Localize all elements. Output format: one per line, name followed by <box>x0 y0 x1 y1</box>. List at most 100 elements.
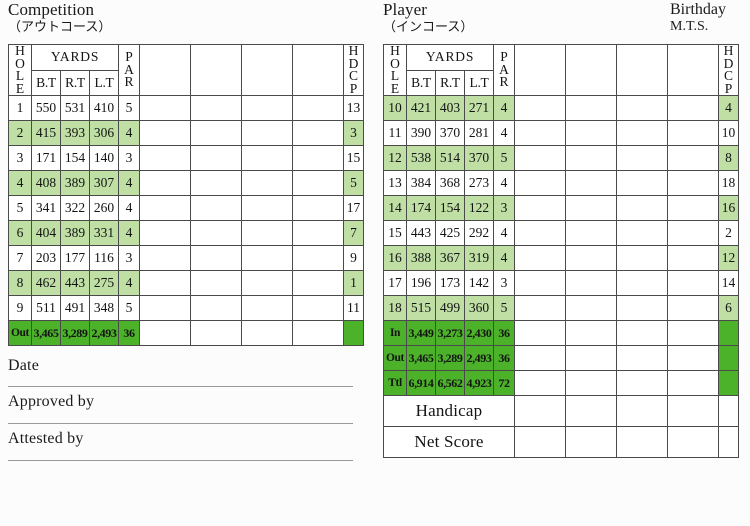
score-cell[interactable] <box>139 245 191 271</box>
score-cell[interactable] <box>565 120 617 146</box>
score-cell[interactable] <box>616 120 668 146</box>
score-column-header-2[interactable] <box>565 44 617 96</box>
net-score-cell[interactable] <box>667 426 719 458</box>
score-cell[interactable] <box>616 295 668 321</box>
score-total-cell[interactable] <box>667 370 719 396</box>
score-cell[interactable] <box>241 145 293 171</box>
score-cell[interactable] <box>565 245 617 271</box>
score-cell[interactable] <box>139 170 191 196</box>
score-cell[interactable] <box>514 95 566 121</box>
score-total-cell[interactable] <box>514 320 566 346</box>
score-cell[interactable] <box>292 295 344 321</box>
score-cell[interactable] <box>616 145 668 171</box>
score-cell[interactable] <box>667 195 719 221</box>
score-total-cell[interactable] <box>139 320 191 346</box>
score-total-cell[interactable] <box>565 370 617 396</box>
net-score-cell[interactable] <box>565 426 617 458</box>
score-total-cell[interactable] <box>616 370 668 396</box>
score-cell[interactable] <box>667 270 719 296</box>
score-cell[interactable] <box>292 95 344 121</box>
score-cell[interactable] <box>292 145 344 171</box>
score-total-cell[interactable] <box>565 320 617 346</box>
score-cell[interactable] <box>139 95 191 121</box>
score-cell[interactable] <box>190 95 242 121</box>
score-cell[interactable] <box>667 170 719 196</box>
score-cell[interactable] <box>667 295 719 321</box>
score-column-header-4[interactable] <box>292 44 344 96</box>
score-cell[interactable] <box>241 245 293 271</box>
score-cell[interactable] <box>139 220 191 246</box>
score-cell[interactable] <box>292 220 344 246</box>
score-total-cell[interactable] <box>292 320 344 346</box>
score-cell[interactable] <box>241 95 293 121</box>
score-column-header-1[interactable] <box>514 44 566 96</box>
score-cell[interactable] <box>292 245 344 271</box>
score-cell[interactable] <box>667 220 719 246</box>
score-cell[interactable] <box>514 245 566 271</box>
score-cell[interactable] <box>616 220 668 246</box>
handicap-cell[interactable] <box>667 395 719 427</box>
score-total-cell[interactable] <box>565 345 617 371</box>
score-cell[interactable] <box>667 145 719 171</box>
score-cell[interactable] <box>616 195 668 221</box>
score-cell[interactable] <box>565 295 617 321</box>
score-cell[interactable] <box>190 120 242 146</box>
score-cell[interactable] <box>514 120 566 146</box>
score-cell[interactable] <box>139 270 191 296</box>
score-cell[interactable] <box>139 120 191 146</box>
handicap-cell[interactable] <box>616 395 668 427</box>
score-cell[interactable] <box>190 170 242 196</box>
score-column-header-3[interactable] <box>241 44 293 96</box>
score-total-cell[interactable] <box>667 345 719 371</box>
score-cell[interactable] <box>565 270 617 296</box>
score-cell[interactable] <box>190 270 242 296</box>
score-cell[interactable] <box>139 145 191 171</box>
score-cell[interactable] <box>616 245 668 271</box>
score-cell[interactable] <box>514 220 566 246</box>
score-cell[interactable] <box>616 270 668 296</box>
score-cell[interactable] <box>139 195 191 221</box>
score-cell[interactable] <box>292 120 344 146</box>
score-cell[interactable] <box>190 245 242 271</box>
score-cell[interactable] <box>241 170 293 196</box>
score-cell[interactable] <box>190 195 242 221</box>
score-cell[interactable] <box>292 170 344 196</box>
net-score-cell[interactable] <box>514 426 566 458</box>
score-cell[interactable] <box>292 270 344 296</box>
net-score-hdcp-cell[interactable] <box>718 426 739 458</box>
score-total-cell[interactable] <box>514 370 566 396</box>
score-cell[interactable] <box>190 145 242 171</box>
score-cell[interactable] <box>565 95 617 121</box>
score-cell[interactable] <box>514 170 566 196</box>
score-cell[interactable] <box>292 195 344 221</box>
score-cell[interactable] <box>241 295 293 321</box>
handicap-cell[interactable] <box>565 395 617 427</box>
score-cell[interactable] <box>190 220 242 246</box>
score-cell[interactable] <box>139 295 191 321</box>
score-total-cell[interactable] <box>616 345 668 371</box>
score-column-header-1[interactable] <box>139 44 191 96</box>
score-cell[interactable] <box>514 195 566 221</box>
score-cell[interactable] <box>667 245 719 271</box>
score-cell[interactable] <box>190 295 242 321</box>
score-column-header-4[interactable] <box>667 44 719 96</box>
score-cell[interactable] <box>565 170 617 196</box>
score-total-cell[interactable] <box>241 320 293 346</box>
score-total-cell[interactable] <box>190 320 242 346</box>
score-cell[interactable] <box>565 195 617 221</box>
score-cell[interactable] <box>514 145 566 171</box>
handicap-hdcp-cell[interactable] <box>718 395 739 427</box>
score-cell[interactable] <box>565 220 617 246</box>
score-column-header-3[interactable] <box>616 44 668 96</box>
score-total-cell[interactable] <box>667 320 719 346</box>
net-score-cell[interactable] <box>616 426 668 458</box>
score-cell[interactable] <box>565 145 617 171</box>
score-total-cell[interactable] <box>514 345 566 371</box>
score-cell[interactable] <box>616 170 668 196</box>
score-cell[interactable] <box>241 270 293 296</box>
handicap-cell[interactable] <box>514 395 566 427</box>
score-cell[interactable] <box>514 270 566 296</box>
score-total-cell[interactable] <box>616 320 668 346</box>
score-cell[interactable] <box>241 195 293 221</box>
score-cell[interactable] <box>241 120 293 146</box>
